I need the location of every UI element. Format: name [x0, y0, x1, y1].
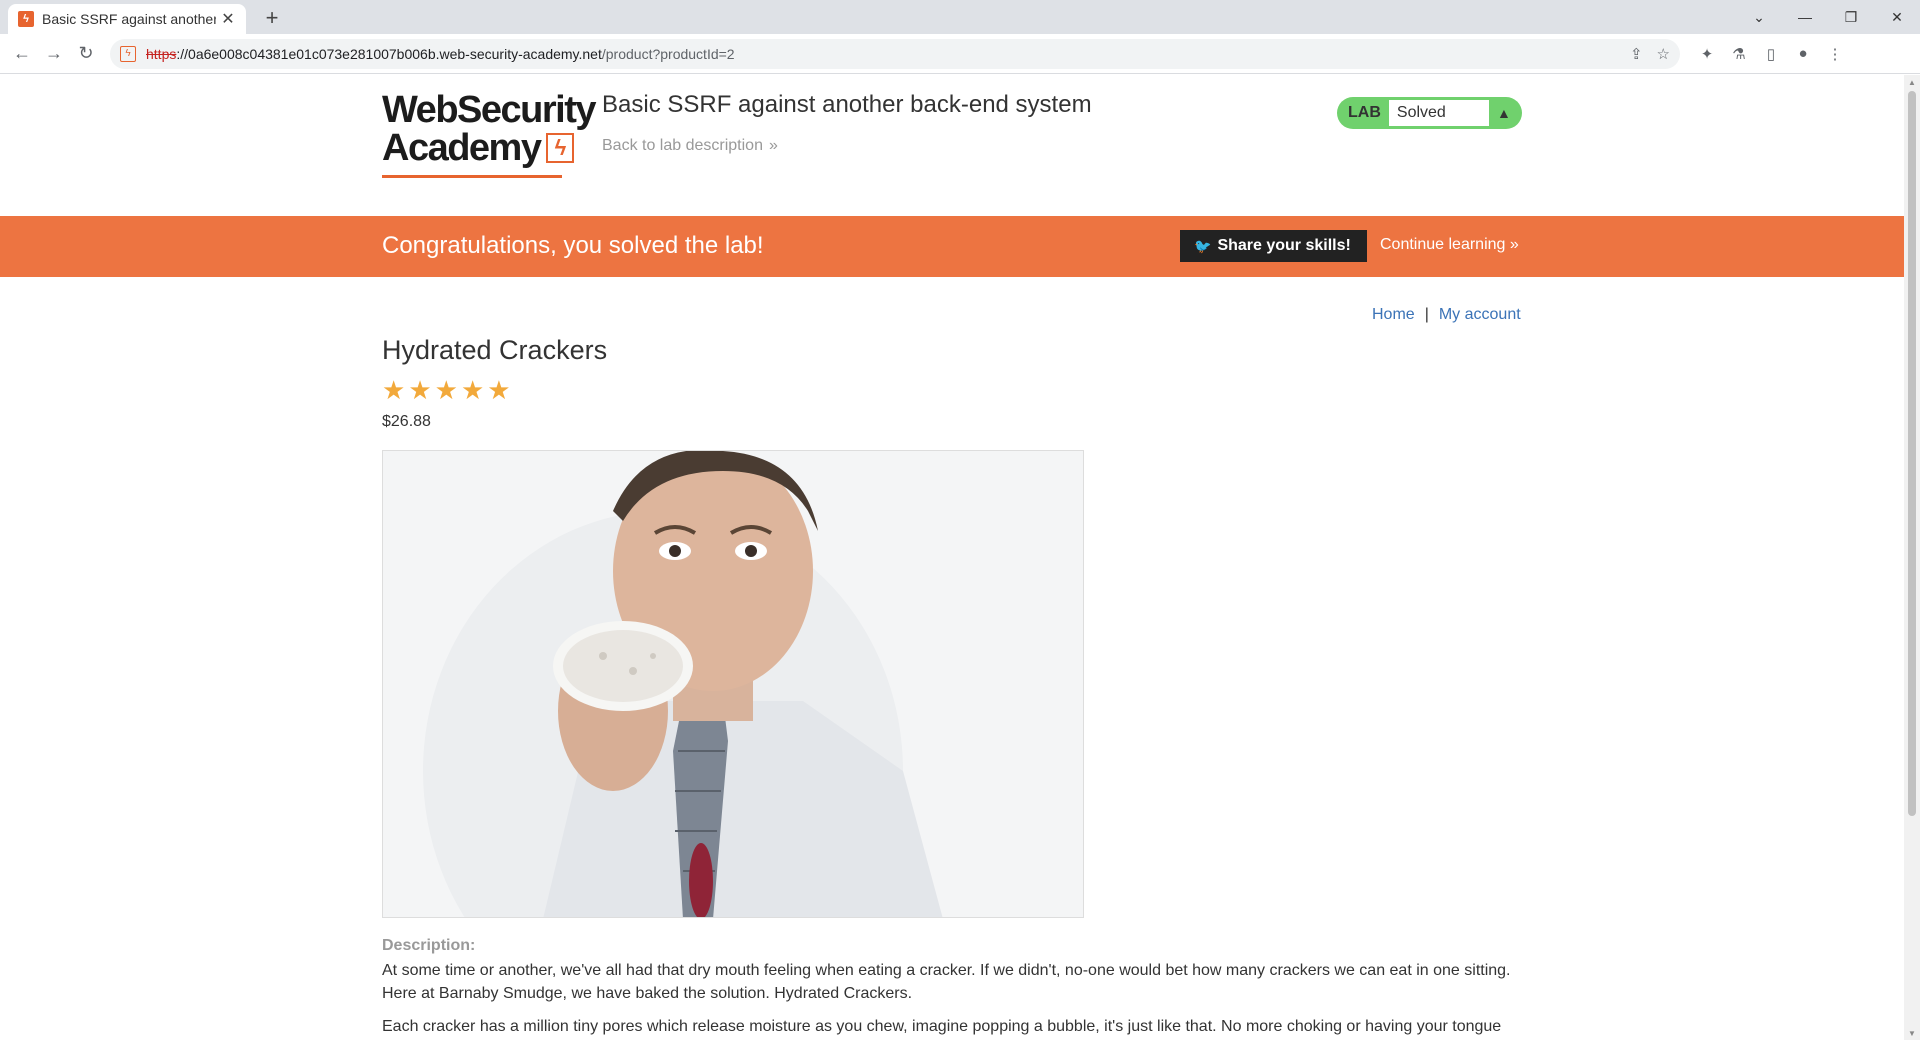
page-viewport: WebSecurity Academy ϟ Basic SSRF against… [0, 75, 1904, 1040]
product-price: $26.88 [382, 413, 431, 430]
new-tab-button[interactable]: + [258, 4, 286, 32]
tab-search-icon[interactable]: ⌄ [1736, 0, 1782, 34]
scroll-up-icon[interactable]: ▲ [1904, 75, 1920, 89]
address-bar[interactable]: ϟ https://0a6e008c04381e01c073e281007b00… [110, 38, 1680, 69]
close-window-icon[interactable]: ✕ [1874, 0, 1920, 34]
description-label: Description: [382, 937, 476, 954]
product-image [382, 450, 1084, 918]
continue-label: Continue learning [1380, 236, 1506, 253]
browser-tabstrip: ϟ Basic SSRF against another ✕ + ⌄ — ❐ ✕ [0, 0, 1920, 34]
restore-icon[interactable]: ❐ [1828, 0, 1874, 34]
minimize-icon[interactable]: — [1782, 0, 1828, 34]
twitter-icon: 🐦 [1194, 237, 1212, 254]
share-button-label: Share your skills! [1217, 237, 1351, 254]
lab-header: WebSecurity Academy ϟ Basic SSRF against… [382, 91, 1522, 191]
chevron-right-icon: » [768, 137, 778, 154]
url-scheme: https [146, 45, 177, 62]
star-icon: ★ [434, 375, 458, 405]
forward-icon[interactable]: → [38, 38, 70, 70]
star-icon: ★ [382, 375, 406, 405]
my-account-link[interactable]: My account [1439, 306, 1521, 324]
solved-message: Congratulations, you solved the lab! [382, 232, 764, 259]
description-paragraph: At some time or another, we've all had t… [382, 962, 1511, 1002]
reload-icon[interactable]: ↻ [70, 38, 102, 70]
home-link[interactable]: Home [1372, 306, 1415, 324]
url-path: /product?productId=2 [601, 45, 735, 62]
lab-status-text: Solved [1388, 100, 1489, 126]
window-controls: ⌄ — ❐ ✕ [1736, 0, 1920, 34]
browser-tab[interactable]: ϟ Basic SSRF against another ✕ [8, 4, 246, 34]
share-skills-button[interactable]: 🐦 Share your skills! [1180, 230, 1367, 262]
url-host: ://0a6e008c04381e01c073e281007b006b.web-… [176, 45, 602, 62]
top-nav: Home | My account [1372, 306, 1521, 324]
star-icon: ★ [408, 375, 432, 405]
lab-tag: LAB [1348, 104, 1381, 121]
toolbar-icons: ✦ ⚗ ▯ ● ⋮ [1698, 45, 1844, 63]
not-secure-icon[interactable]: ϟ [120, 45, 136, 62]
logo-text-line1: WebSecurity [382, 89, 596, 131]
description-paragraph: Each cracker has a million tiny pores wh… [382, 1018, 1502, 1035]
tab-title: Basic SSRF against another [42, 11, 216, 27]
logo-bolt-icon: ϟ [546, 133, 575, 163]
continue-learning-link[interactable]: Continue learning » [1380, 236, 1519, 254]
web-security-academy-logo[interactable]: WebSecurity Academy ϟ [382, 89, 596, 181]
profile-icon[interactable]: ● [1794, 45, 1812, 62]
nav-separator: | [1424, 306, 1429, 323]
lab-extension-icon[interactable]: ⚗ [1730, 45, 1748, 63]
back-link-label: Back to lab description [602, 137, 763, 154]
product-name: Hydrated Crackers [382, 335, 608, 365]
lab-status-widget: LAB Solved ▲ [1337, 97, 1522, 129]
logo-text-line2: Academy [382, 127, 542, 169]
man-eating-cracker-photo [383, 451, 1083, 917]
flask-icon: ▲ [1496, 105, 1511, 121]
scroll-thumb[interactable] [1908, 91, 1916, 816]
lab-title: Basic SSRF against another back-end syst… [602, 91, 1092, 118]
favicon-icon: ϟ [18, 11, 34, 27]
back-to-lab-link[interactable]: Back to lab description » [602, 137, 778, 155]
chevron-right-icon: » [1509, 236, 1519, 253]
logo-underline [382, 175, 562, 178]
scroll-down-icon[interactable]: ▼ [1904, 1026, 1920, 1040]
solved-banner: Congratulations, you solved the lab! 🐦 S… [0, 216, 1904, 277]
close-tab-icon[interactable]: ✕ [220, 9, 236, 29]
back-icon[interactable]: ← [6, 38, 38, 70]
page-scrollbar[interactable]: ▲ ▼ [1904, 75, 1920, 1040]
side-panel-icon[interactable]: ▯ [1762, 45, 1780, 63]
product-rating: ★ ★ ★ ★ ★ [382, 377, 511, 403]
share-icon[interactable]: ⇪ [1630, 45, 1643, 63]
browser-toolbar: ← → ↻ ϟ https://0a6e008c04381e01c073e281… [0, 34, 1920, 74]
extensions-icon[interactable]: ✦ [1698, 45, 1716, 63]
omnibox-actions: ⇪ ☆ [1630, 45, 1670, 63]
star-icon: ★ [487, 375, 511, 405]
bookmark-star-icon[interactable]: ☆ [1657, 45, 1670, 63]
menu-icon[interactable]: ⋮ [1826, 45, 1844, 63]
star-icon: ★ [460, 375, 485, 405]
